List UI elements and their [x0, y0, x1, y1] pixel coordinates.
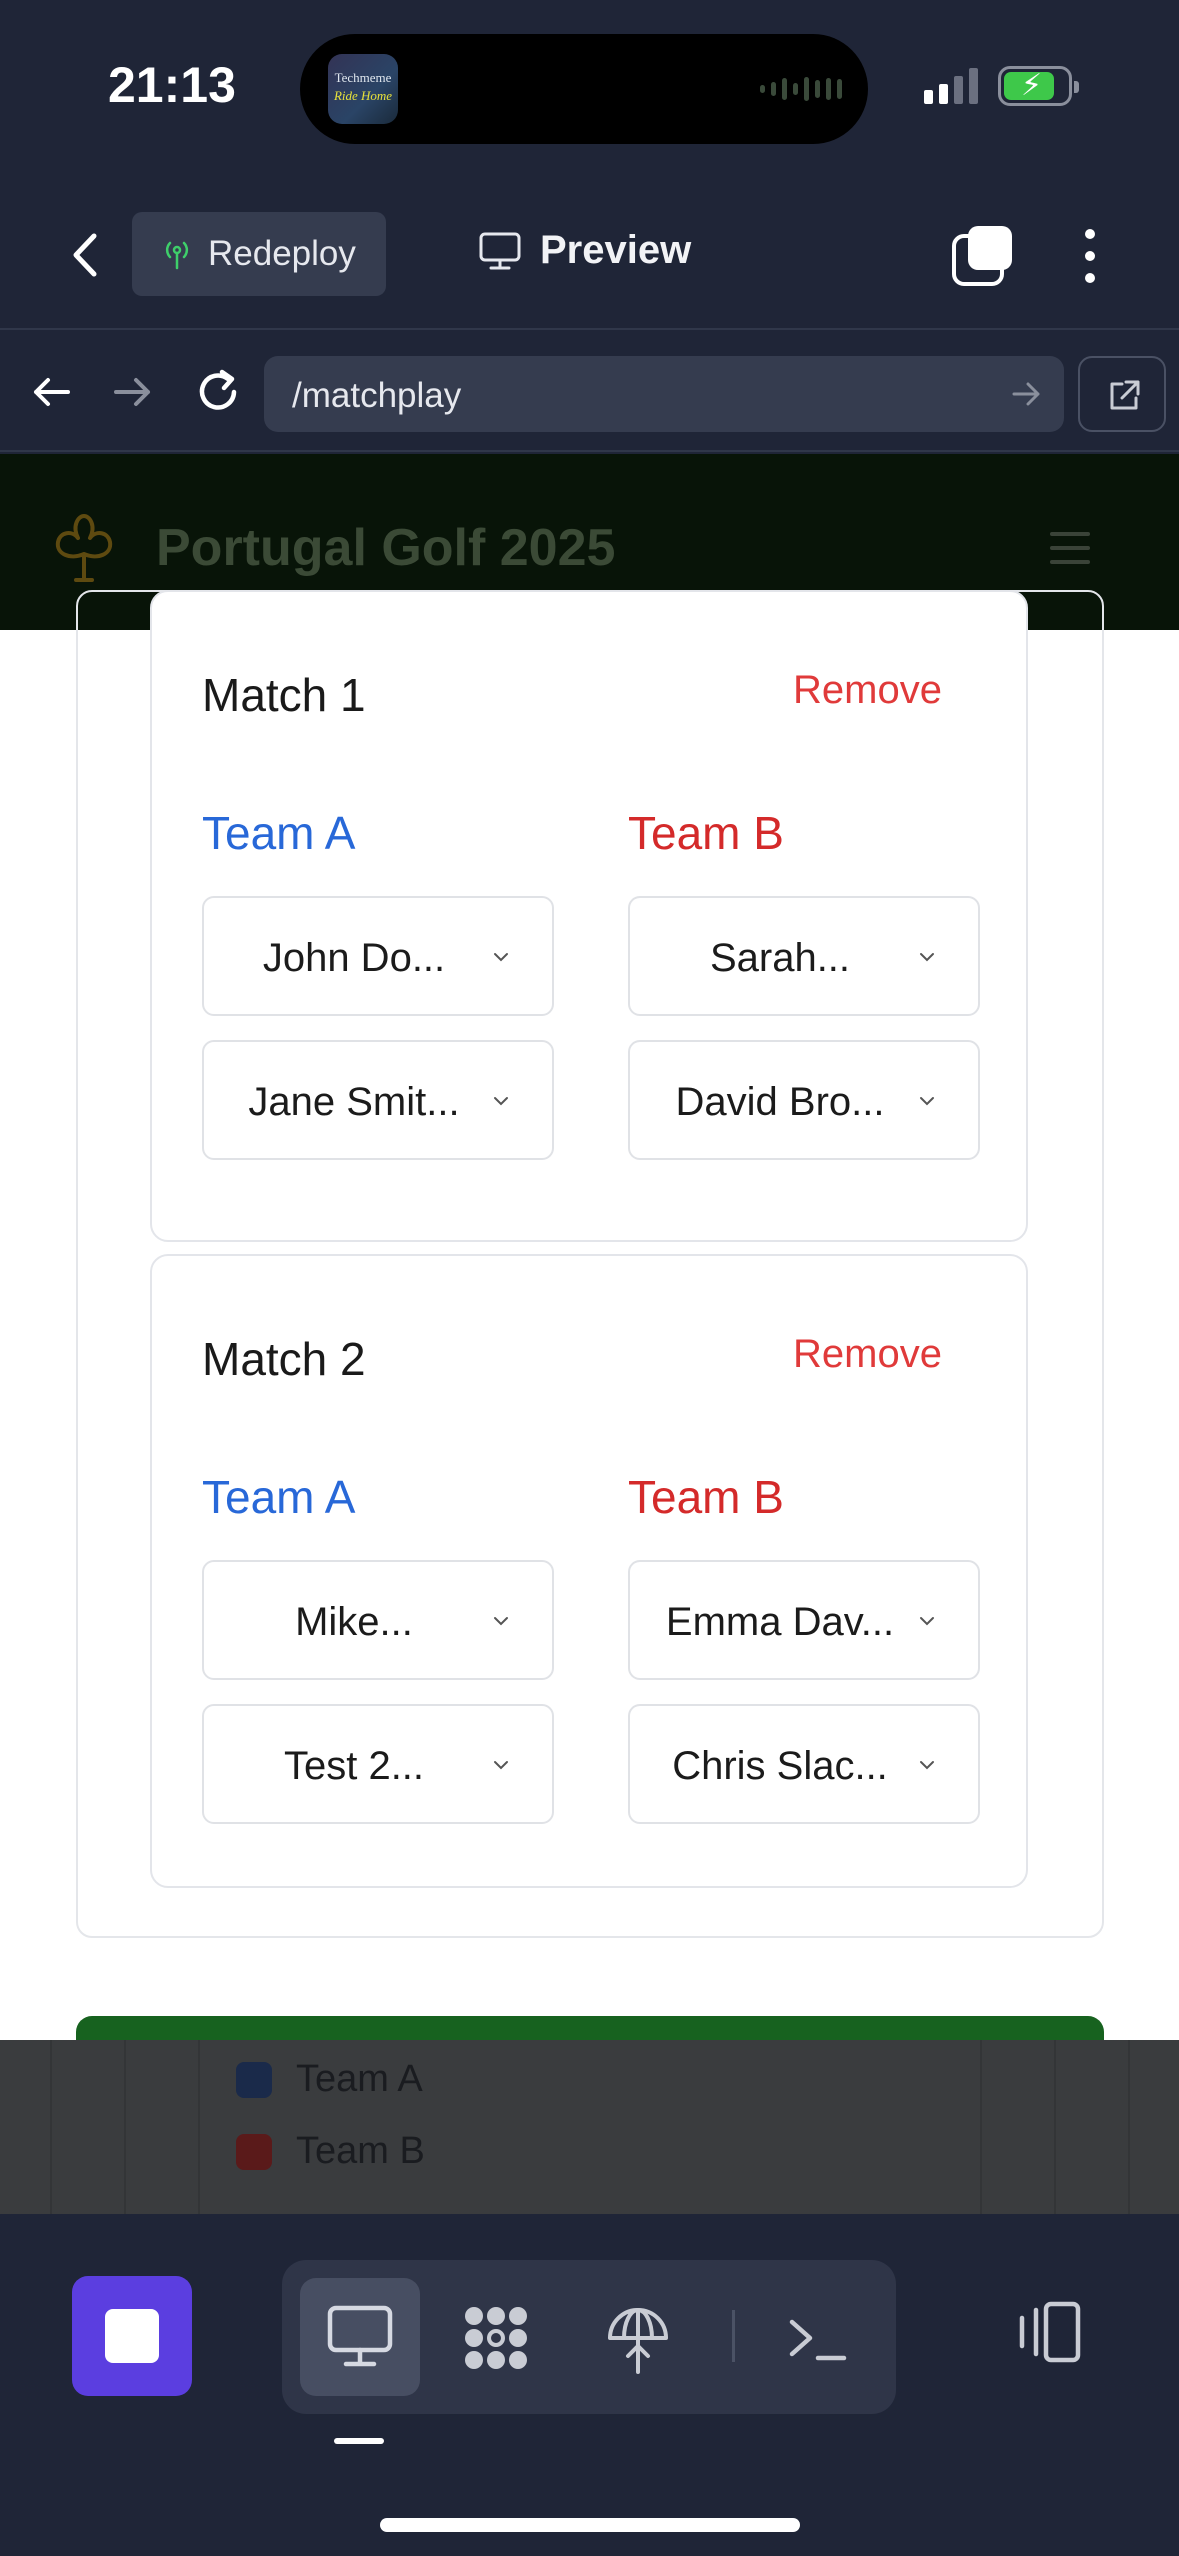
home-indicator [380, 2518, 800, 2532]
team-b-swatch [236, 2133, 272, 2170]
chevron-down-icon [494, 1097, 508, 1106]
packages-icon[interactable] [458, 2300, 534, 2376]
tabs-icon[interactable] [950, 224, 1014, 288]
active-tab-indicator [334, 2438, 384, 2444]
browser-url-bar: /matchplay [0, 332, 1179, 452]
chevron-down-icon [494, 1761, 508, 1770]
selected-player: John Do... [262, 936, 446, 980]
match-title: Match 1 [202, 669, 366, 721]
team-b-player-select[interactable]: Emma Dav... [628, 1560, 980, 1680]
remove-match-button[interactable]: Remove [793, 1332, 942, 1377]
team-a-player-select[interactable]: John Do... [202, 896, 554, 1016]
charging-bolt-icon: ⚡ [1021, 69, 1043, 102]
chevron-down-icon [920, 1761, 934, 1770]
team-b-label: Team B [628, 807, 784, 859]
match-title: Match 2 [202, 1333, 366, 1385]
redeploy-label: Redeploy [208, 234, 356, 273]
chevron-down-icon [494, 1617, 508, 1626]
devices-icon[interactable] [1010, 2300, 1082, 2364]
remove-match-button[interactable]: Remove [793, 668, 942, 713]
external-link-icon [1110, 380, 1140, 410]
selected-player: Sarah... [709, 936, 851, 980]
bottom-toolbar [0, 2214, 1179, 2556]
legend-label: Team A [296, 2058, 423, 2100]
selected-player: Test 2... [283, 1744, 425, 1788]
legend-item-team-b: Team B [236, 2130, 425, 2173]
match-card: Match 1 Remove Team A Team B John Do... … [150, 590, 1028, 1242]
team-a-player-select[interactable]: Test 2... [202, 1704, 554, 1824]
chevron-down-icon [494, 953, 508, 962]
battery-icon: ⚡ [998, 66, 1079, 106]
team-b-player-select[interactable]: Chris Slac... [628, 1704, 980, 1824]
stop-button[interactable] [72, 2276, 192, 2396]
dynamic-island[interactable]: Techmeme Ride Home [300, 34, 868, 144]
selected-player: Emma Dav... [665, 1600, 895, 1644]
selected-player: Chris Slac... [672, 1744, 888, 1788]
arrow-left-icon[interactable] [24, 364, 80, 420]
arrow-right-icon[interactable] [104, 364, 160, 420]
cellular-signal-icon [924, 68, 978, 104]
artwork-line-2: Ride Home [333, 88, 393, 103]
team-b-player-select[interactable]: Sarah... [628, 896, 980, 1016]
now-playing-artwork[interactable]: Techmeme Ride Home [328, 54, 398, 124]
preview-tab[interactable] [300, 2278, 420, 2396]
web-preview: Portugal Golf 2025 Match 1 Remove Team A… [0, 454, 1179, 2214]
monitor-icon [479, 232, 521, 269]
audio-waveform-icon [760, 74, 842, 104]
go-arrow-icon[interactable] [1006, 374, 1046, 414]
team-a-swatch [236, 2061, 272, 2098]
view-switcher [282, 2260, 896, 2414]
artwork-line-1: Techmeme [334, 70, 392, 85]
selected-player: David Bro... [675, 1080, 885, 1124]
team-b-player-select[interactable]: David Bro... [628, 1040, 980, 1160]
legend-item-team-a: Team A [236, 2058, 423, 2101]
legend-label: Team B [296, 2130, 425, 2172]
chevron-down-icon [920, 1097, 934, 1106]
antenna-icon [165, 241, 189, 270]
team-b-label: Team B [628, 1471, 784, 1523]
app-header: Redeploy Preview [0, 180, 1179, 330]
status-bar: 21:13 Techmeme Ride Home ⚡ [0, 0, 1179, 180]
url-field[interactable]: /matchplay [264, 356, 1064, 432]
site-title: Portugal Golf 2025 [156, 519, 616, 577]
chevron-down-icon [920, 1617, 934, 1626]
clover-icon [55, 514, 113, 582]
team-a-player-select[interactable]: Jane Smit... [202, 1040, 554, 1160]
url-text: /matchplay [292, 376, 462, 415]
hamburger-icon[interactable] [1050, 532, 1090, 566]
selected-player: Jane Smit... [248, 1080, 460, 1124]
chevron-left-icon[interactable] [62, 228, 112, 282]
dimmed-background: Team A Team B [0, 2040, 1179, 2214]
team-a-player-select[interactable]: Mike... [202, 1560, 554, 1680]
team-a-label: Team A [202, 1471, 356, 1523]
match-card: Match 2 Remove Team A Team B Mike... Emm… [150, 1254, 1028, 1888]
deploy-icon[interactable] [600, 2300, 676, 2376]
terminal-icon[interactable] [780, 2300, 856, 2376]
divider [732, 2310, 735, 2362]
open-external-button[interactable] [1078, 356, 1166, 432]
preview-button[interactable]: Preview [478, 228, 691, 273]
matchplay-content: Match 1 Remove Team A Team B John Do... … [0, 590, 1179, 2040]
more-vertical-icon[interactable] [1070, 224, 1110, 288]
preview-label: Preview [540, 228, 692, 272]
chevron-down-icon [920, 953, 934, 962]
monitor-icon [327, 2305, 393, 2367]
team-a-label: Team A [202, 807, 356, 859]
redeploy-button[interactable]: Redeploy [132, 212, 386, 296]
selected-player: Mike... [295, 1600, 413, 1644]
clock: 21:13 [108, 57, 236, 113]
stop-icon [105, 2309, 159, 2363]
reload-icon[interactable] [188, 362, 248, 422]
